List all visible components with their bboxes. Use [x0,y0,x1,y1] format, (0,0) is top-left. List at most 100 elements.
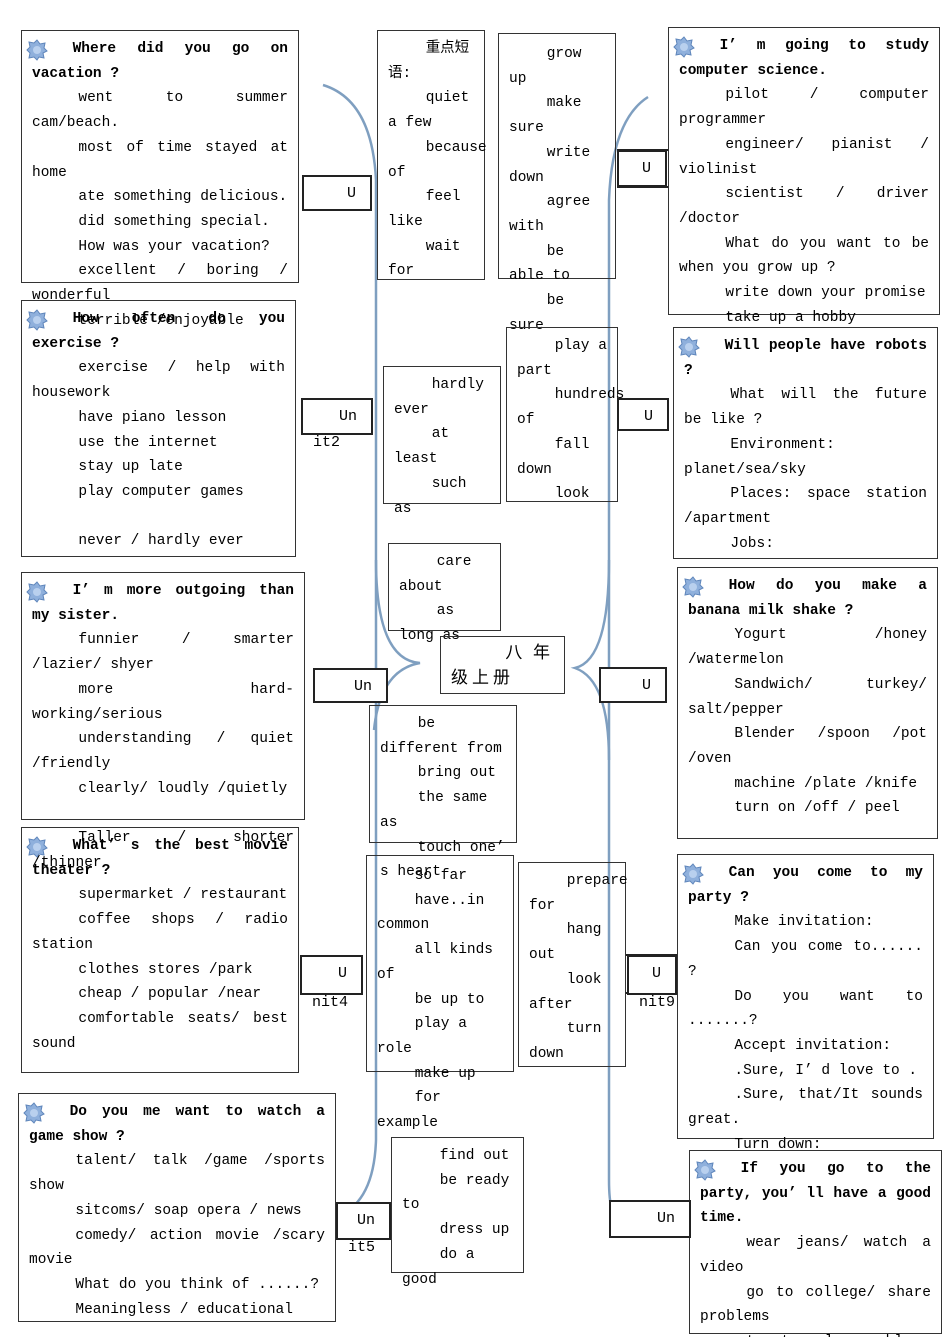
topic-box-c5: care about as long as [388,543,501,644]
topic-box-c8: so far have..in common all kinds of be up t… [366,855,514,1131]
topic-title: I’ m going to study computer science. [679,38,929,79]
phrase-line: the same as [380,790,488,831]
topic-title: How do you make a banana milk shake ? [688,578,927,619]
phrase-line: did something special. [78,213,270,230]
topic-box-c1: 重点短语: quiet a few because of feel like wait … [377,30,487,280]
topic-box-r1: I’ m going to study computer science. pil… [668,27,940,326]
phrase-line: play computer games [78,483,244,500]
mind-map-page: Where did you go on vacation ? went to su… [0,0,945,1337]
topic-title: Can you come to my party ? [688,865,923,906]
phrase-line: Places: space station /apartment [684,486,927,527]
topic-box-c3: hardly ever at least such as [383,366,501,517]
phrase-line: Accept invitation: [734,1037,892,1054]
phrase-line: talent/ talk /game /sports show [29,1153,325,1195]
topic-title: Do you me want to watch a game show ? [29,1104,325,1145]
phrase-line: write down your promise [725,285,926,302]
phrase-line: .Sure, that/It sounds great. [688,1087,923,1129]
phrase-line: pilot / computer programmer [679,87,929,129]
topic-box-l1: Where did you go on vacation ? went to su… [21,30,299,329]
phrase-line: hundreds of [517,387,625,429]
topic-title: Will people have robots ? [684,338,927,379]
topic-box-c4: play a part hundreds of fall down look [506,327,625,502]
phrase-line: scientist / driver /doctor [679,186,929,227]
phrase-line: 八年级上册 [451,645,554,689]
gear-icon [673,36,695,58]
phrase-line: comedy/ action movie /scary movie [29,1227,325,1269]
phrase-line: be able to [509,243,570,285]
topic-box-c9: prepare for hang out look after turn down [518,862,628,1067]
phrase-line: 重点短语: [388,41,470,82]
phrase-line: Can you come to...... ? [688,939,923,980]
gear-icon [694,1159,716,1181]
gear-icon [26,309,48,331]
gear-icon [26,39,48,61]
phrase-line: clearly/ loudly /quietly [78,780,288,797]
phrase-line: funnier / smarter /lazier/ shyer [32,632,294,674]
phrase-line: at least [394,426,450,468]
phrase-line: sitcoms/ soap opera / news [75,1202,302,1219]
topic-title: What’ s the best movie theater ? [32,838,288,879]
phrase-line: ate something delicious. [78,189,288,206]
phrase-line: use the internet [78,434,218,451]
phrase-line: prepare for [529,873,628,914]
phrase-line: such as [394,475,467,517]
phrase-line: cheap / popular /near [78,986,262,1003]
gear-icon [678,336,700,358]
phrase-line: bring out [417,765,497,782]
phrase-line: wear jeans/ watch a video [700,1235,931,1276]
gear-icon [682,576,704,598]
unit-label-box: U [599,667,667,703]
topic-box-l2: How often do you exercise ? exercise / he… [21,300,296,557]
phrase-line: fall down [517,436,590,478]
phrase-line: go to college/ share problems [700,1284,931,1326]
phrase-line: be ready to [402,1172,510,1214]
phrase-line: be different from [380,716,502,757]
topic-box-r5: If you go to the party, you’ ll have a g… [689,1150,942,1337]
phrase-line: try to solve problems [700,1330,931,1337]
phrase-line: look after [529,971,602,1013]
phrase-line: all kinds of [377,942,494,983]
phrase-line: coffee shops / radio station [32,912,288,953]
phrase-line: for example [377,1090,441,1132]
phrase-line: supermarket / restaurant [78,887,288,904]
topic-title: How often do you exercise ? [32,311,285,352]
phrase-line: feel like [388,189,461,230]
gear-icon [26,581,48,603]
phrase-line: do a good [402,1246,475,1288]
phrase-line: What do you want to be when you grow up … [679,235,929,277]
phrase-line: play a part [517,338,607,379]
topic-box-l3: I’ m more outgoing than my sister. funnie… [21,572,305,871]
unit-label-box: U [302,175,372,211]
topic-box-c7: be different from bring out the same as tou… [369,705,517,880]
phrase-line: have piano lesson [78,409,227,426]
phrase-line: stay up late [78,459,183,476]
phrase-line: comfortable seats/ best sound [32,1010,288,1052]
phrase-line: Sandwich/ turkey/ salt/pepper [688,676,927,718]
phrase-line: agree with [509,194,591,235]
phrase-line: make up [414,1065,476,1082]
connector-right-brace [570,559,611,761]
phrase-line: find out [439,1148,510,1164]
topic-box-c2: grow up make sure write down agree with be a… [498,33,616,334]
phrase-line: have..in common [377,892,485,934]
phrase-line: clothes stores /park [78,961,253,978]
phrase-line: What do you think of ......? [75,1276,320,1293]
phrase-line: hardly ever [394,377,484,418]
phrase-line: grow up [509,46,582,87]
phrase-line: make sure [509,95,582,137]
phrase-line: Meaningless / educational [75,1301,293,1318]
phrase-line: wait for [388,238,461,280]
phrase-line: so far [414,868,467,884]
phrase-line: look [554,486,590,503]
topic-box-l5: Do you me want to watch a game show ? tal… [18,1093,336,1322]
phrase-line: turn on /off / peel [734,800,900,817]
phrase-line [32,505,285,530]
unit-label-box: U [617,398,669,431]
topic-box-r3: How do you make a banana milk shake ? Yog… [677,567,938,839]
phrase-line: Do you want to .......? [688,988,923,1030]
topic-box-c6: 八年级上册 [440,636,565,694]
topic-title: I’ m more outgoing than my sister. [32,583,294,624]
unit-label-box: Un [301,398,373,435]
topic-box-r4: Can you come to my party ? Make invitatio… [677,854,934,1153]
unit-label-box: Un [313,668,388,703]
